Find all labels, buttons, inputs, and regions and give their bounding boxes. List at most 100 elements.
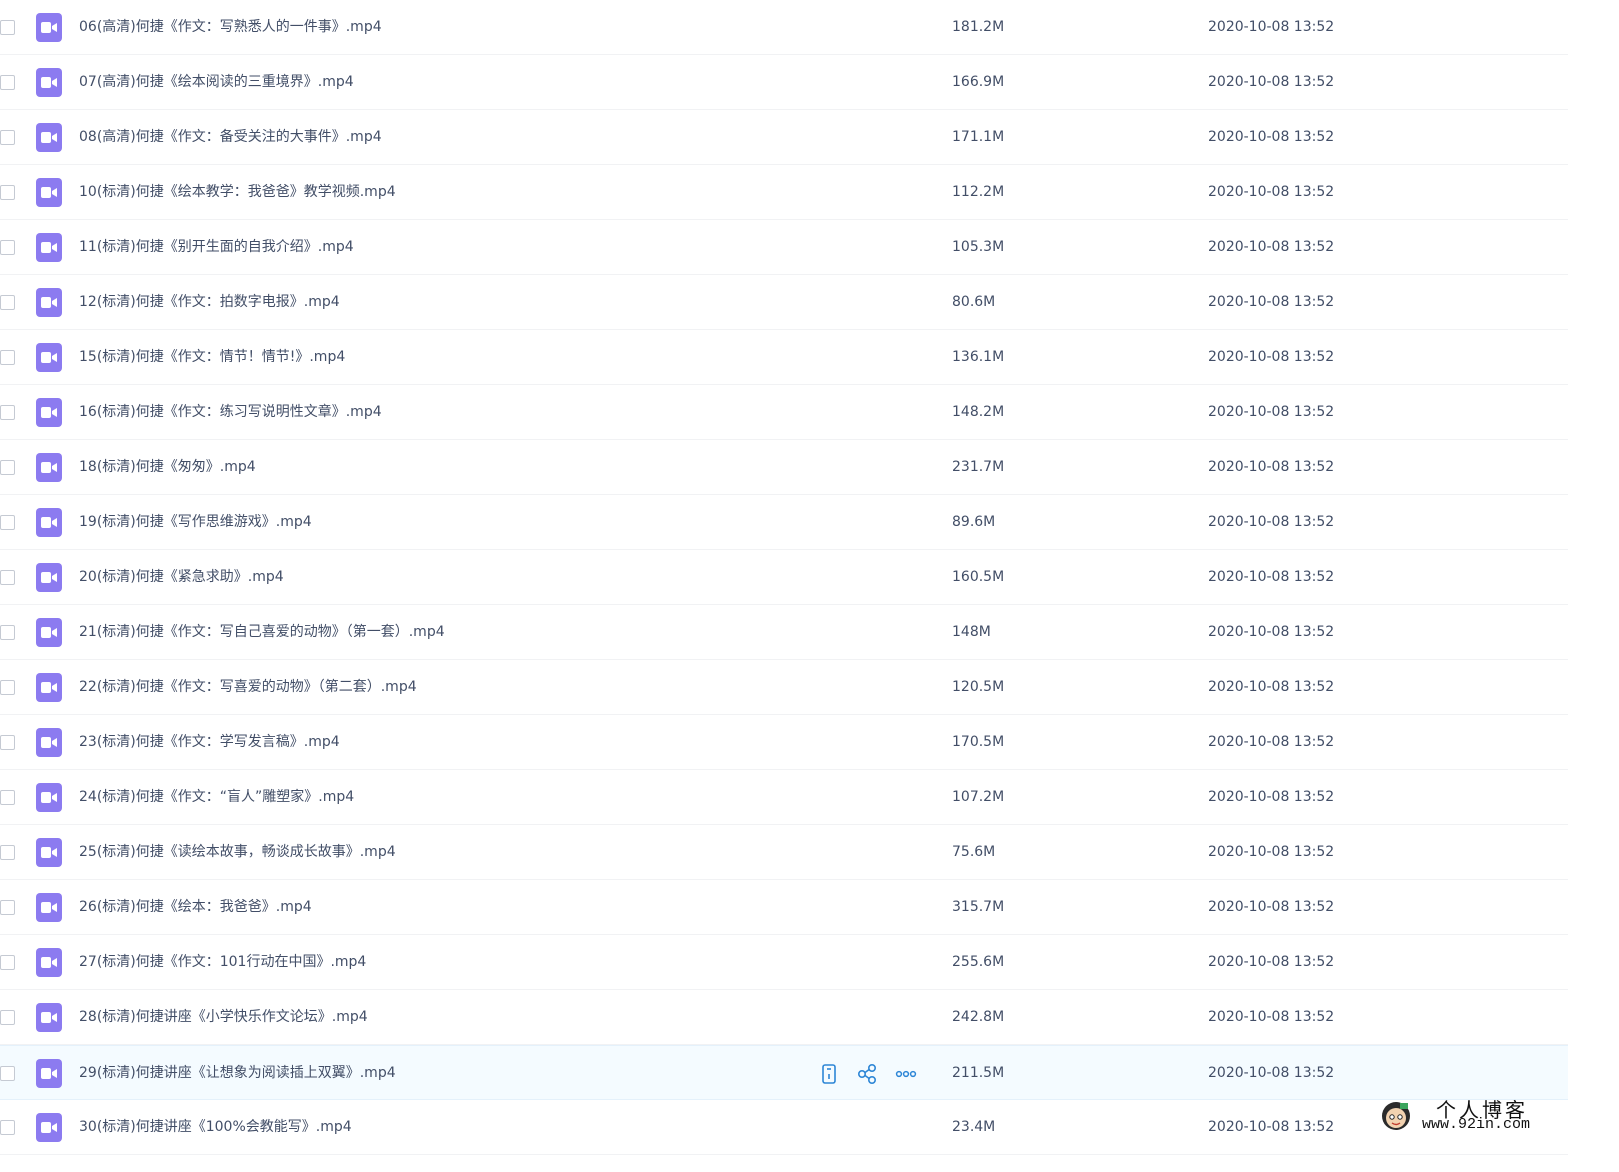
file-list: 06(高清)何捷《作文：写熟悉人的一件事》.mp4 181.2M 2020-10… [0, 0, 1568, 1155]
file-size: 166.9M [952, 74, 1005, 90]
file-row[interactable]: 23(标清)何捷《作文：学写发言稿》.mp4 170.5M 2020-10-08… [0, 715, 1568, 770]
file-date: 2020-10-08 13:52 [1208, 459, 1335, 475]
file-row[interactable]: 15(标清)何捷《作文：情节！情节!》.mp4 136.1M 2020-10-0… [0, 330, 1568, 385]
file-name[interactable]: 08(高清)何捷《作文：备受关注的大事件》.mp4 [79, 110, 382, 165]
video-file-icon [36, 893, 62, 922]
file-name[interactable]: 16(标清)何捷《作文：练习写说明性文章》.mp4 [79, 385, 382, 440]
row-checkbox[interactable] [0, 735, 15, 750]
row-checkbox[interactable] [0, 515, 15, 530]
row-checkbox[interactable] [0, 625, 15, 640]
file-name[interactable]: 26(标清)何捷《绘本：我爸爸》.mp4 [79, 880, 312, 935]
file-row[interactable]: 29(标清)何捷讲座《让想象为阅读插上双翼》.mp4 211.5M 2020-1… [0, 1045, 1568, 1100]
row-checkbox[interactable] [0, 350, 15, 365]
row-checkbox[interactable] [0, 130, 15, 145]
file-row[interactable]: 30(标清)何捷讲座《100%会教能写》.mp4 23.4M 2020-10-0… [0, 1100, 1568, 1155]
file-row[interactable]: 20(标清)何捷《紧急求助》.mp4 160.5M 2020-10-08 13:… [0, 550, 1568, 605]
file-row[interactable]: 26(标清)何捷《绘本：我爸爸》.mp4 315.7M 2020-10-08 1… [0, 880, 1568, 935]
file-row[interactable]: 12(标清)何捷《作文：拍数字电报》.mp4 80.6M 2020-10-08 … [0, 275, 1568, 330]
row-checkbox[interactable] [0, 1066, 15, 1081]
file-name[interactable]: 10(标清)何捷《绘本教学：我爸爸》教学视频.mp4 [79, 165, 396, 220]
more-icon[interactable] [895, 1063, 917, 1085]
file-name[interactable]: 20(标清)何捷《紧急求助》.mp4 [79, 550, 284, 605]
row-checkbox[interactable] [0, 460, 15, 475]
row-checkbox[interactable] [0, 790, 15, 805]
file-row[interactable]: 22(标清)何捷《作文：写喜爱的动物》（第二套）.mp4 120.5M 2020… [0, 660, 1568, 715]
file-name[interactable]: 12(标清)何捷《作文：拍数字电报》.mp4 [79, 275, 340, 330]
row-checkbox[interactable] [0, 570, 15, 585]
file-size: 136.1M [952, 349, 1005, 365]
file-name[interactable]: 22(标清)何捷《作文：写喜爱的动物》（第二套）.mp4 [79, 660, 417, 715]
file-name[interactable]: 23(标清)何捷《作文：学写发言稿》.mp4 [79, 715, 340, 770]
share-icon[interactable] [857, 1063, 879, 1085]
video-file-icon [36, 1003, 62, 1032]
file-name[interactable]: 06(高清)何捷《作文：写熟悉人的一件事》.mp4 [79, 0, 382, 55]
file-name[interactable]: 15(标清)何捷《作文：情节！情节!》.mp4 [79, 330, 345, 385]
video-file-icon [36, 783, 62, 812]
file-row[interactable]: 07(高清)何捷《绘本阅读的三重境界》.mp4 166.9M 2020-10-0… [0, 55, 1568, 110]
file-date: 2020-10-08 13:52 [1208, 404, 1335, 420]
row-checkbox[interactable] [0, 680, 15, 695]
file-row[interactable]: 06(高清)何捷《作文：写熟悉人的一件事》.mp4 181.2M 2020-10… [0, 0, 1568, 55]
row-checkbox[interactable] [0, 405, 15, 420]
video-file-icon [36, 1113, 62, 1142]
row-checkbox[interactable] [0, 955, 15, 970]
file-row[interactable]: 11(标清)何捷《别开生面的自我介绍》.mp4 105.3M 2020-10-0… [0, 220, 1568, 275]
row-checkbox[interactable] [0, 20, 15, 35]
row-checkbox[interactable] [0, 1120, 15, 1135]
file-size: 171.1M [952, 129, 1005, 145]
video-file-icon [36, 618, 62, 647]
file-row[interactable]: 19(标清)何捷《写作思维游戏》.mp4 89.6M 2020-10-08 13… [0, 495, 1568, 550]
file-row[interactable]: 16(标清)何捷《作文：练习写说明性文章》.mp4 148.2M 2020-10… [0, 385, 1568, 440]
file-name[interactable]: 07(高清)何捷《绘本阅读的三重境界》.mp4 [79, 55, 354, 110]
row-checkbox[interactable] [0, 240, 15, 255]
file-size: 80.6M [952, 294, 996, 310]
row-checkbox[interactable] [0, 295, 15, 310]
file-name[interactable]: 19(标清)何捷《写作思维游戏》.mp4 [79, 495, 312, 550]
video-file-icon [36, 398, 62, 427]
video-file-icon [36, 838, 62, 867]
file-size: 23.4M [952, 1119, 996, 1135]
file-name[interactable]: 18(标清)何捷《匆匆》.mp4 [79, 440, 256, 495]
file-date: 2020-10-08 13:52 [1208, 74, 1335, 90]
file-name[interactable]: 30(标清)何捷讲座《100%会教能写》.mp4 [79, 1100, 352, 1155]
file-date: 2020-10-08 13:52 [1208, 844, 1335, 860]
file-row[interactable]: 21(标清)何捷《作文：写自己喜爱的动物》（第一套）.mp4 148M 2020… [0, 605, 1568, 660]
file-size: 148.2M [952, 404, 1005, 420]
file-row[interactable]: 10(标清)何捷《绘本教学：我爸爸》教学视频.mp4 112.2M 2020-1… [0, 165, 1568, 220]
video-file-icon [36, 68, 62, 97]
file-name[interactable]: 25(标清)何捷《读绘本故事，畅谈成长故事》.mp4 [79, 825, 396, 880]
row-checkbox[interactable] [0, 75, 15, 90]
file-size: 148M [952, 624, 991, 640]
row-checkbox[interactable] [0, 1010, 15, 1025]
file-name[interactable]: 28(标清)何捷讲座《小学快乐作文论坛》.mp4 [79, 990, 368, 1045]
file-size: 242.8M [952, 1009, 1005, 1025]
file-size: 120.5M [952, 679, 1005, 695]
file-date: 2020-10-08 13:52 [1208, 514, 1335, 530]
file-name[interactable]: 29(标清)何捷讲座《让想象为阅读插上双翼》.mp4 [79, 1046, 396, 1101]
file-row[interactable]: 25(标清)何捷《读绘本故事，畅谈成长故事》.mp4 75.6M 2020-10… [0, 825, 1568, 880]
row-checkbox[interactable] [0, 845, 15, 860]
video-file-icon [36, 563, 62, 592]
file-row[interactable]: 27(标清)何捷《作文：101行动在中国》.mp4 255.6M 2020-10… [0, 935, 1568, 990]
file-row[interactable]: 08(高清)何捷《作文：备受关注的大事件》.mp4 171.1M 2020-10… [0, 110, 1568, 165]
file-row[interactable]: 28(标清)何捷讲座《小学快乐作文论坛》.mp4 242.8M 2020-10-… [0, 990, 1568, 1045]
file-row[interactable]: 24(标清)何捷《作文：“盲人”雕塑家》.mp4 107.2M 2020-10-… [0, 770, 1568, 825]
row-checkbox[interactable] [0, 185, 15, 200]
phone-icon[interactable] [818, 1063, 840, 1085]
file-name[interactable]: 24(标清)何捷《作文：“盲人”雕塑家》.mp4 [79, 770, 354, 825]
file-date: 2020-10-08 13:52 [1208, 19, 1335, 35]
row-checkbox[interactable] [0, 900, 15, 915]
file-size: 160.5M [952, 569, 1005, 585]
file-name[interactable]: 11(标清)何捷《别开生面的自我介绍》.mp4 [79, 220, 354, 275]
file-size: 105.3M [952, 239, 1005, 255]
file-date: 2020-10-08 13:52 [1208, 679, 1335, 695]
file-size: 89.6M [952, 514, 996, 530]
file-name[interactable]: 21(标清)何捷《作文：写自己喜爱的动物》（第一套）.mp4 [79, 605, 445, 660]
file-name[interactable]: 27(标清)何捷《作文：101行动在中国》.mp4 [79, 935, 366, 990]
cartoon-avatar-icon [1382, 1102, 1410, 1130]
video-file-icon [36, 233, 62, 262]
video-file-icon [36, 123, 62, 152]
file-row[interactable]: 18(标清)何捷《匆匆》.mp4 231.7M 2020-10-08 13:52 [0, 440, 1568, 495]
file-date: 2020-10-08 13:52 [1208, 129, 1335, 145]
file-date: 2020-10-08 13:52 [1208, 349, 1335, 365]
